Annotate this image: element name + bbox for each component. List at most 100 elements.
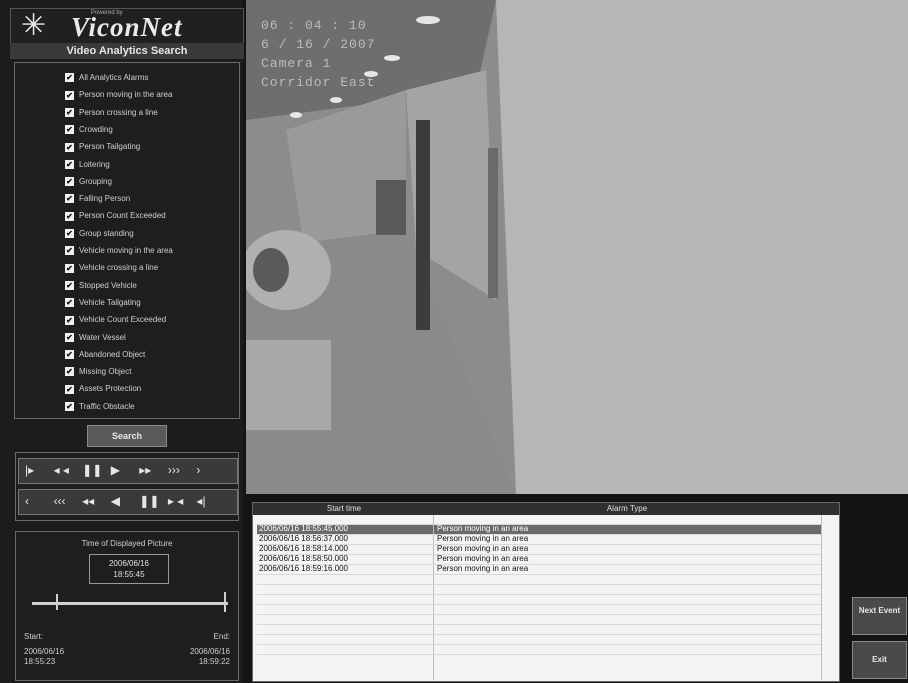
time-panel: Time of Displayed Picture 2006/06/16 18:…: [15, 531, 239, 681]
checkbox-checked-icon[interactable]: ✔: [65, 90, 74, 100]
end-label: End:: [213, 632, 230, 641]
checkbox-item[interactable]: ✔ Water Vessel: [65, 331, 126, 344]
playback-row-1: |▸ ◂ ◂ ❚❚ ▶ ▸▸ ››› ›: [18, 458, 238, 484]
end-time: 18:59:22: [198, 657, 230, 666]
checkbox-label: Person crossing a line: [79, 107, 158, 117]
checkbox-checked-icon[interactable]: ✔: [65, 246, 74, 256]
checkbox-checked-icon[interactable]: ✔: [65, 125, 74, 135]
next-event-label: Next Event: [858, 606, 901, 615]
checkbox-checked-icon[interactable]: ✔: [65, 142, 74, 152]
playback-control-button[interactable]: ❚❚: [82, 462, 102, 478]
checkbox-checked-icon[interactable]: ✔: [65, 402, 74, 412]
checkbox-item[interactable]: ✔ Stopped Vehicle: [65, 279, 137, 292]
checkbox-item[interactable]: ✔ Person Tailgating: [65, 140, 140, 153]
video-overlay-camera: Camera 1: [261, 56, 332, 71]
playback-control-button[interactable]: ▸▸: [139, 462, 151, 478]
checkbox-label: Falling Person: [79, 194, 131, 204]
logo-brand: ViconNet: [71, 12, 183, 42]
checkbox-label: Vehicle Count Exceeded: [79, 315, 167, 325]
checkbox-item[interactable]: ✔ Abandoned Object: [65, 348, 145, 361]
current-time: 18:55:45: [113, 570, 145, 579]
checkbox-checked-icon[interactable]: ✔: [65, 229, 74, 239]
checkbox-checked-icon[interactable]: ✔: [65, 159, 74, 169]
table-cell-alarm-type[interactable]: Person moving in an area: [437, 554, 528, 564]
table-cell-alarm-type[interactable]: Person moving in an area: [437, 544, 528, 554]
viconnet-logo: ✳ Powered by ViconNet: [10, 8, 244, 44]
checkbox-item[interactable]: ✔ Vehicle Tailgating: [65, 296, 141, 309]
checkbox-checked-icon[interactable]: ✔: [65, 298, 74, 308]
checkbox-label: Loitering: [79, 159, 110, 169]
current-time-box: 2006/06/16 18:55:45: [89, 554, 169, 584]
col-start-time[interactable]: Start time: [257, 503, 431, 515]
panel-title: Video Analytics Search: [10, 43, 244, 59]
checkbox-item[interactable]: ✔ Vehicle Count Exceeded: [65, 313, 166, 326]
checkbox-checked-icon[interactable]: ✔: [65, 332, 74, 342]
playback-control-button[interactable]: ›: [196, 462, 200, 478]
checkbox-item[interactable]: ✔ Falling Person: [65, 192, 130, 205]
checkbox-item[interactable]: ✔ Missing Object: [65, 365, 131, 378]
playback-control-button[interactable]: ▶: [111, 462, 120, 478]
checkbox-checked-icon[interactable]: ✔: [65, 73, 74, 83]
checkbox-checked-icon[interactable]: ✔: [65, 211, 74, 221]
playback-control-button[interactable]: ❚❚: [139, 493, 159, 509]
checkbox-checked-icon[interactable]: ✔: [65, 315, 74, 325]
start-date: 2006/06/16: [24, 647, 65, 656]
start-time: 18:55:23: [24, 657, 56, 666]
checkbox-checked-icon[interactable]: ✔: [65, 384, 74, 394]
table-cell-alarm-type[interactable]: Person moving in an area: [437, 564, 528, 574]
checkbox-item[interactable]: ✔ Loitering: [65, 158, 110, 171]
playback-control-button[interactable]: ›››: [168, 462, 180, 478]
playback-control-button[interactable]: ‹‹‹: [54, 493, 66, 509]
checkbox-item[interactable]: ✔ Traffic Obstacle: [65, 400, 135, 413]
playback-control-button[interactable]: ◂◂: [82, 493, 94, 509]
checkbox-checked-icon[interactable]: ✔: [65, 350, 74, 360]
checkbox-item[interactable]: ✔ Vehicle moving in the area: [65, 244, 173, 257]
table-cell-start-time[interactable]: 2006/06/16 18:55:45.000: [259, 524, 348, 534]
checkbox-checked-icon[interactable]: ✔: [65, 194, 74, 204]
table-cell-start-time[interactable]: 2006/06/16 18:58:14.000: [259, 544, 348, 554]
playback-control-button[interactable]: ‹: [25, 493, 29, 509]
checkbox-checked-icon[interactable]: ✔: [65, 367, 74, 377]
checkbox-label: Group standing: [79, 228, 134, 238]
playback-control-button[interactable]: ◂|: [196, 493, 205, 509]
video-view[interactable]: 06 : 04 : 10 6 / 16 / 2007 Camera 1 Corr…: [246, 0, 908, 494]
table-gridline: [257, 594, 821, 595]
checkbox-label: Vehicle crossing a line: [79, 263, 159, 273]
time-slider-thumb[interactable]: [55, 594, 64, 610]
checkbox-item[interactable]: ✔ Vehicle crossing a line: [65, 261, 158, 274]
checkbox-label: Grouping: [79, 176, 112, 186]
checkbox-checked-icon[interactable]: ✔: [65, 177, 74, 187]
next-event-button[interactable]: Next Event: [852, 597, 907, 635]
playback-control-button[interactable]: ◂ ◂: [54, 462, 69, 478]
checkbox-item[interactable]: ✔ Person crossing a line: [65, 106, 158, 119]
exit-button[interactable]: Exit: [852, 641, 907, 679]
checkbox-item[interactable]: ✔ Crowding: [65, 123, 113, 136]
table-cell-alarm-type[interactable]: Person moving in an area: [437, 534, 528, 544]
checkbox-checked-icon[interactable]: ✔: [65, 107, 74, 117]
checkbox-label: Vehicle Tailgating: [79, 297, 141, 307]
checkbox-checked-icon[interactable]: ✔: [65, 263, 74, 273]
checkbox-label: Missing Object: [79, 367, 132, 377]
table-cell-alarm-type[interactable]: Person moving in an area: [437, 524, 528, 534]
video-overlay-date: 6 / 16 / 2007: [261, 37, 376, 52]
checkbox-item[interactable]: ✔ Assets Protection: [65, 382, 141, 395]
checkbox-item[interactable]: ✔ All Analytics Alarms: [65, 71, 148, 84]
playback-row-2: ‹ ‹‹‹ ◂◂ ◀ ❚❚ ▸ ◂ ◂|: [18, 489, 238, 515]
table-cell-start-time[interactable]: 2006/06/16 18:59:16.000: [259, 564, 348, 574]
checkbox-item[interactable]: ✔ Person moving in the area: [65, 88, 172, 101]
checkbox-label: Stopped Vehicle: [79, 280, 137, 290]
table-cell-start-time[interactable]: 2006/06/16 18:56:37.000: [259, 534, 348, 544]
col-alarm-type[interactable]: Alarm Type: [433, 503, 821, 515]
table-cell-start-time[interactable]: 2006/06/16 18:58:50.000: [259, 554, 348, 564]
playback-control-button[interactable]: ▸ ◂: [168, 493, 183, 509]
search-button[interactable]: Search: [87, 425, 167, 447]
table-gridline: [257, 614, 821, 615]
checkbox-label: Crowding: [79, 124, 113, 134]
checkbox-checked-icon[interactable]: ✔: [65, 280, 74, 290]
playback-control-button[interactable]: ◀: [111, 493, 120, 509]
checkbox-item[interactable]: ✔ Group standing: [65, 227, 134, 240]
checkbox-label: Traffic Obstacle: [79, 401, 135, 411]
checkbox-item[interactable]: ✔ Person Count Exceeded: [65, 209, 166, 222]
playback-control-button[interactable]: |▸: [25, 462, 34, 478]
checkbox-item[interactable]: ✔ Grouping: [65, 175, 112, 188]
